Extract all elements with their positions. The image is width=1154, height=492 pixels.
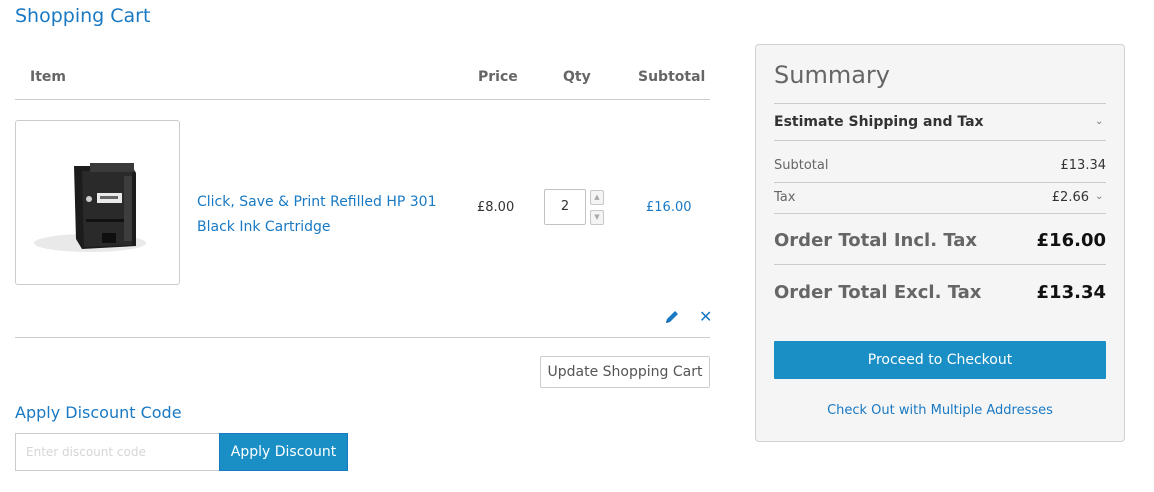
summary-divider (774, 103, 1106, 104)
chevron-down-icon: ▼ (594, 213, 600, 221)
chevron-up-icon: ▲ (594, 193, 600, 201)
column-header-item: Item (30, 69, 66, 85)
tax-value[interactable]: £2.66 (1052, 190, 1089, 205)
order-total-incl-value: £16.00 (1036, 230, 1106, 251)
column-header-price: Price (478, 69, 518, 85)
summary-divider (774, 182, 1106, 183)
close-icon[interactable]: ✕ (699, 307, 712, 326)
chevron-down-icon[interactable]: ⌄ (1095, 116, 1103, 127)
qty-decrement-button[interactable]: ▼ (590, 210, 604, 225)
summary-divider (774, 264, 1106, 265)
column-header-subtotal: Subtotal (638, 69, 706, 85)
estimate-shipping-toggle[interactable]: Estimate Shipping and Tax (774, 114, 984, 130)
order-total-incl-label: Order Total Incl. Tax (774, 230, 978, 251)
discount-code-input[interactable] (15, 433, 219, 471)
qty-input[interactable]: 2 (544, 189, 586, 225)
chevron-down-icon[interactable]: ⌄ (1095, 191, 1103, 202)
ink-cartridge-image (34, 163, 146, 252)
summary-divider (774, 140, 1106, 141)
page-title: Shopping Cart (15, 5, 151, 27)
update-cart-button[interactable]: Update Shopping Cart (540, 356, 710, 388)
header-divider (15, 99, 710, 100)
proceed-to-checkout-button[interactable]: Proceed to Checkout (774, 341, 1106, 379)
product-name-link[interactable]: Click, Save & Print Refilled HP 301 Blac… (197, 190, 467, 240)
pencil-icon[interactable] (664, 309, 680, 325)
item-subtotal: £16.00 (646, 200, 692, 215)
column-header-qty: Qty (563, 69, 591, 85)
summary-divider (774, 213, 1106, 214)
order-total-excl-value: £13.34 (1036, 282, 1106, 303)
subtotal-label: Subtotal (774, 158, 829, 173)
apply-discount-button[interactable]: Apply Discount (219, 433, 348, 471)
qty-increment-button[interactable]: ▲ (590, 190, 604, 205)
discount-title[interactable]: Apply Discount Code (15, 403, 182, 422)
summary-title: Summary (774, 61, 890, 89)
product-thumbnail[interactable] (15, 120, 180, 285)
subtotal-value: £13.34 (1060, 158, 1107, 173)
multiple-addresses-link[interactable]: Check Out with Multiple Addresses (774, 403, 1106, 418)
item-price: £8.00 (477, 200, 515, 215)
order-total-excl-label: Order Total Excl. Tax (774, 282, 982, 303)
row-divider (15, 337, 710, 338)
tax-label: Tax (774, 190, 796, 205)
